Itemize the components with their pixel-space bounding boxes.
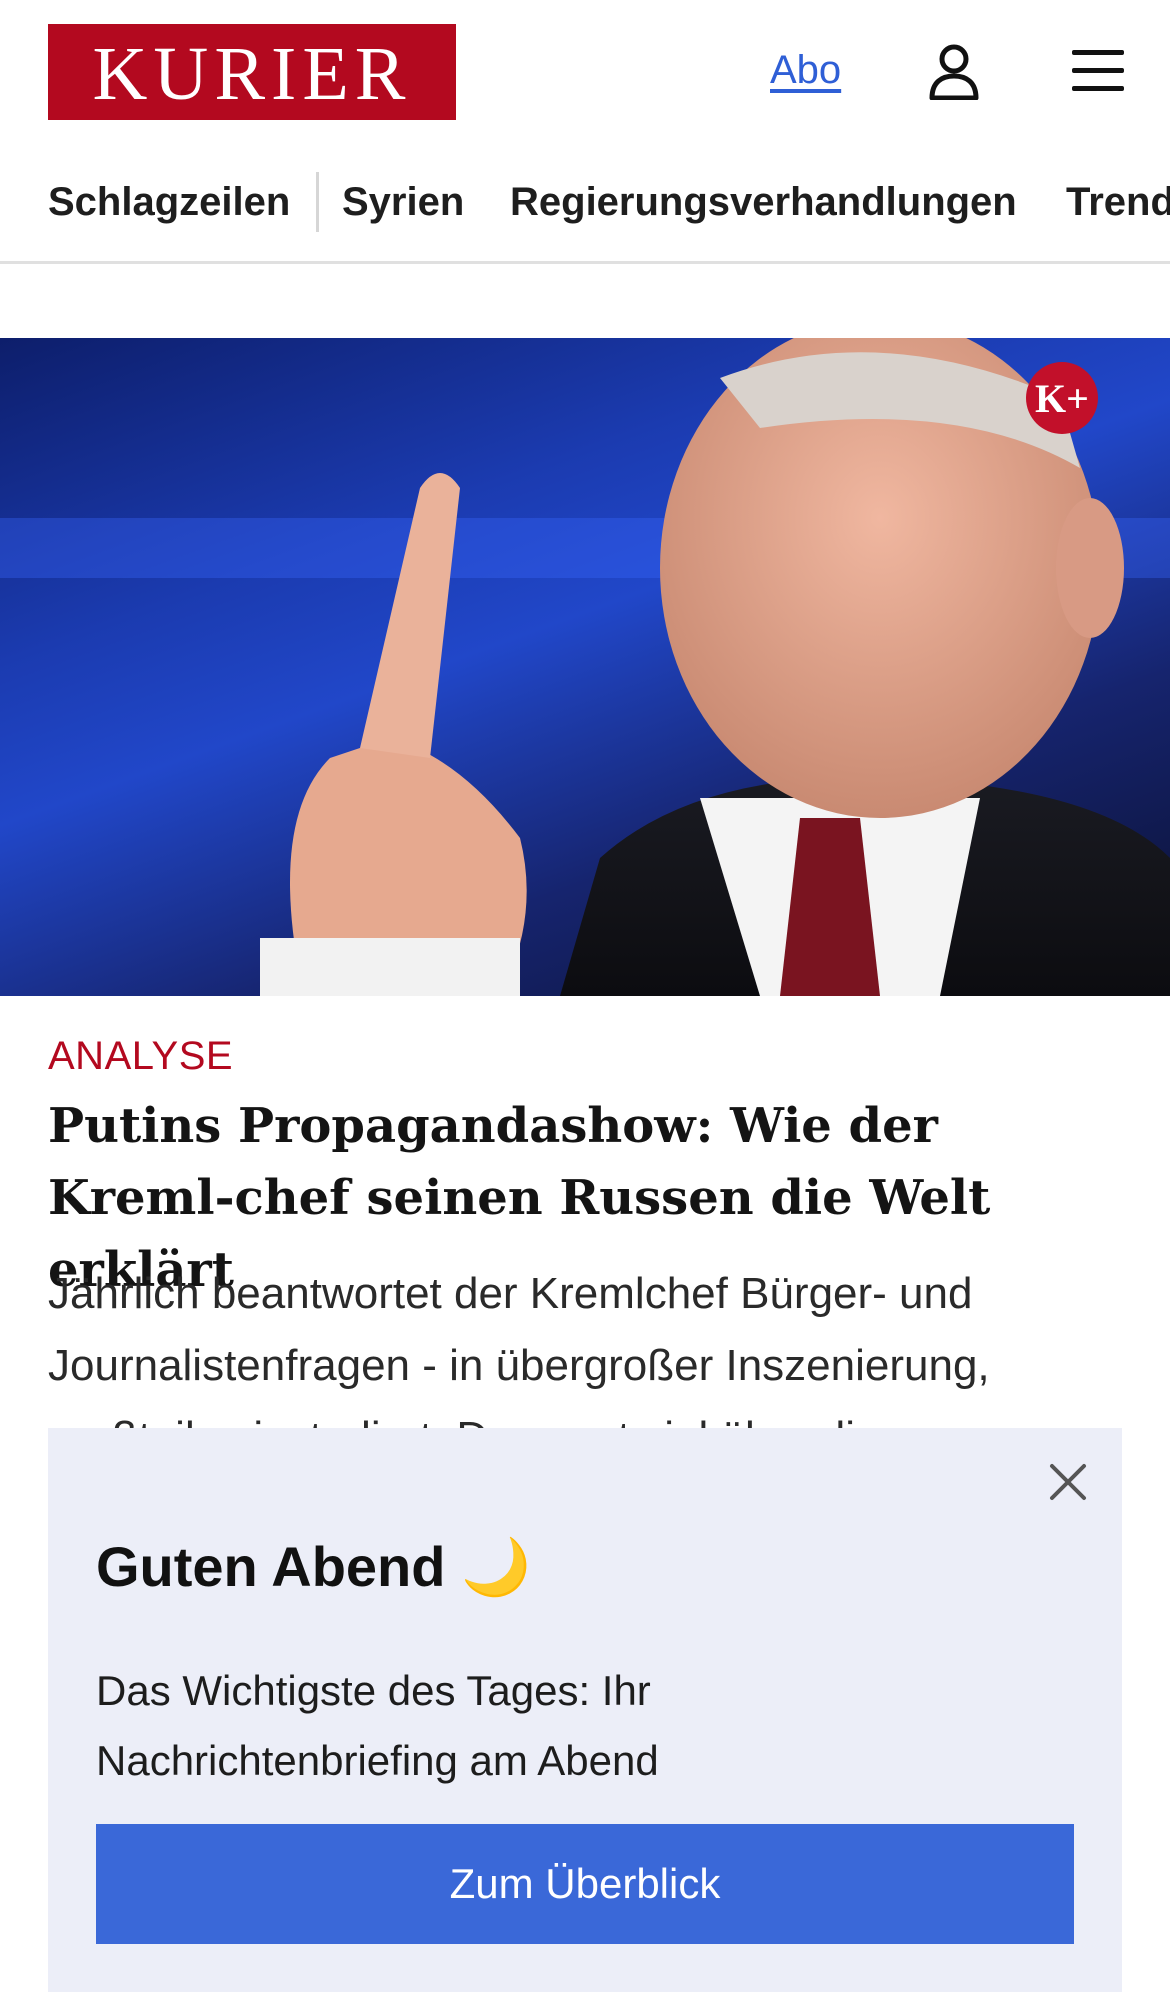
user-icon[interactable] (928, 44, 980, 100)
abo-link[interactable]: Abo (770, 48, 841, 93)
close-icon[interactable] (1046, 1460, 1090, 1504)
zum-ueberblick-button[interactable]: Zum Überblick (96, 1824, 1074, 1944)
topic-nav: Schlagzeilen Syrien Regierungsverhandlun… (0, 160, 1170, 264)
nav-divider (316, 172, 319, 232)
article-hero-image[interactable] (0, 338, 1170, 996)
nav-item-trend[interactable]: Trend (1066, 180, 1170, 225)
logo-text: KURIER (92, 32, 412, 116)
kplus-badge: K+ (1026, 362, 1098, 434)
site-header: KURIER Abo (0, 0, 1170, 148)
popup-title: Guten Abend 🌙 (96, 1535, 531, 1598)
hero-photo-illustration (0, 338, 1170, 996)
nav-item-syrien[interactable]: Syrien (342, 180, 464, 225)
hamburger-menu-icon[interactable] (1072, 48, 1124, 94)
article-kicker: ANALYSE (48, 1034, 234, 1078)
popup-text: Das Wichtigste des Tages: Ihr Nachrichte… (96, 1667, 659, 1784)
nav-item-regierungsverhandlungen[interactable]: Regierungsverhandlungen (510, 180, 1017, 225)
kurier-logo[interactable]: KURIER (48, 24, 456, 120)
nav-item-schlagzeilen[interactable]: Schlagzeilen (48, 180, 290, 225)
